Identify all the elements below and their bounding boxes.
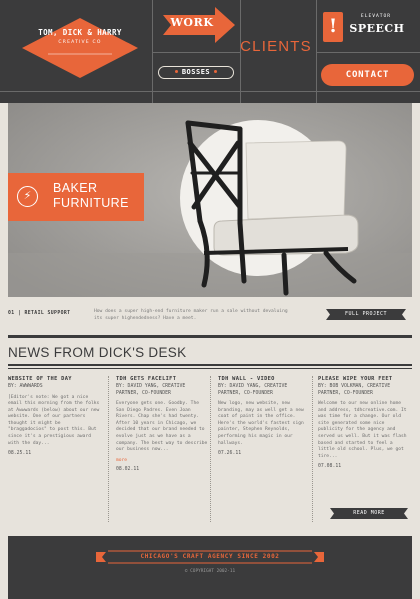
header-divider xyxy=(0,91,420,92)
copyright: © COPYRIGHT 2002-11 xyxy=(184,569,236,574)
news-post-excerpt: New logo, new website, new branding, may… xyxy=(218,401,304,446)
lightning-icon: ⚡ xyxy=(17,186,38,207)
hero-title-line2: FURNITURE xyxy=(53,196,129,210)
news-post-author: BY: DAVID YANG, CREATIVE PARTNER, CO-FOU… xyxy=(116,384,186,396)
column-divider xyxy=(108,376,109,522)
nav-clients[interactable]: CLIENTS xyxy=(240,38,312,55)
logo-subtitle: CREATIVE CO xyxy=(58,40,102,45)
hero-title-line1: BAKER xyxy=(53,181,98,195)
logo-name: TOM, DICK & HARRY xyxy=(38,28,122,37)
news-post: TDH GETS FACELIFT BY: DAVID YANG, CREATI… xyxy=(116,376,210,472)
news-post: WEBSITE OF THE DAY BY: AWWWARDS [Editor'… xyxy=(8,376,102,456)
footer-tagline: CHICAGO'S CRAFT AGENCY SINCE 2002 xyxy=(140,553,280,560)
news-post-author: BY: AWWWARDS xyxy=(8,384,43,389)
nav-bosses-label: BOSSES xyxy=(181,68,211,76)
nav-work-label: WORK xyxy=(170,16,214,29)
site-footer: CHICAGO'S CRAFT AGENCY SINCE 2002 © COPY… xyxy=(8,536,412,599)
news-post-author: BY: BOB VOLKMAN, CREATIVE PARTNER, CO-FO… xyxy=(318,384,391,396)
project-number: 01 | RETAIL SUPPORT xyxy=(8,311,71,316)
column-divider xyxy=(210,376,211,522)
nav-elevator-label: ELEVATOR xyxy=(360,14,392,19)
news-post-title[interactable]: TDH GETS FACELIFT xyxy=(116,376,210,383)
news-post-date: 08.25.11 xyxy=(8,451,32,457)
news-post-title[interactable]: PLEASE WIPE YOUR FEET xyxy=(318,376,412,383)
news-post-excerpt: Everyone gets one. Goodby. The San Diego… xyxy=(116,401,208,453)
news-post-date: 07.26.11 xyxy=(218,451,242,457)
news-post-title[interactable]: WEBSITE OF THE DAY xyxy=(8,376,102,383)
section-divider xyxy=(8,368,412,369)
logo-diamond-shape xyxy=(22,18,138,78)
header-divider xyxy=(152,52,240,53)
nav-contact[interactable]: CONTACT xyxy=(321,64,414,86)
nav-bosses[interactable]: BOSSES xyxy=(158,66,234,79)
nav-speech-label: SPEECH xyxy=(349,22,405,35)
news-post-author: BY: DAVID YANG, CREATIVE PARTNER, CO-FOU… xyxy=(218,384,288,396)
section-divider xyxy=(8,364,412,366)
section-divider xyxy=(8,335,412,338)
read-more-label: READ MORE xyxy=(353,510,385,516)
bullet-icon xyxy=(174,70,178,73)
news-post-date: 08.02.11 xyxy=(116,466,140,472)
full-project-label: FULL PROJECT xyxy=(344,311,388,317)
hero-feature-label[interactable]: ⚡ BAKER FURNITURE xyxy=(8,173,144,221)
site-header: TOM, DICK & HARRY CREATIVE CO WORK BOSSE… xyxy=(0,0,420,103)
bullet-icon xyxy=(214,70,218,73)
news-post: PLEASE WIPE YOUR FEET BY: BOB VOLKMAN, C… xyxy=(318,376,412,469)
logo-link[interactable]: TOM, DICK & HARRY CREATIVE CO xyxy=(0,0,152,91)
news-post-title[interactable]: TDH WALL - VIDEO xyxy=(218,376,312,383)
column-divider xyxy=(312,376,313,522)
hero-feature[interactable]: ⚡ BAKER FURNITURE xyxy=(8,103,412,297)
news-post-date: 07.08.11 xyxy=(318,464,342,470)
news-post-excerpt: [Editor's note: We got a nice email this… xyxy=(8,394,100,446)
news-post-excerpt: Welcome to our new online home and addre… xyxy=(318,401,407,459)
project-description: How does a super high-end furniture make… xyxy=(94,309,288,321)
news-heading: NEWS FROM DICK'S DESK xyxy=(8,345,187,360)
news-post: TDH WALL - VIDEO BY: DAVID YANG, CREATIV… xyxy=(218,376,312,456)
hero-title: BAKER FURNITURE xyxy=(53,181,129,211)
news-post-more-link[interactable]: more xyxy=(116,458,210,463)
header-divider xyxy=(316,52,420,53)
